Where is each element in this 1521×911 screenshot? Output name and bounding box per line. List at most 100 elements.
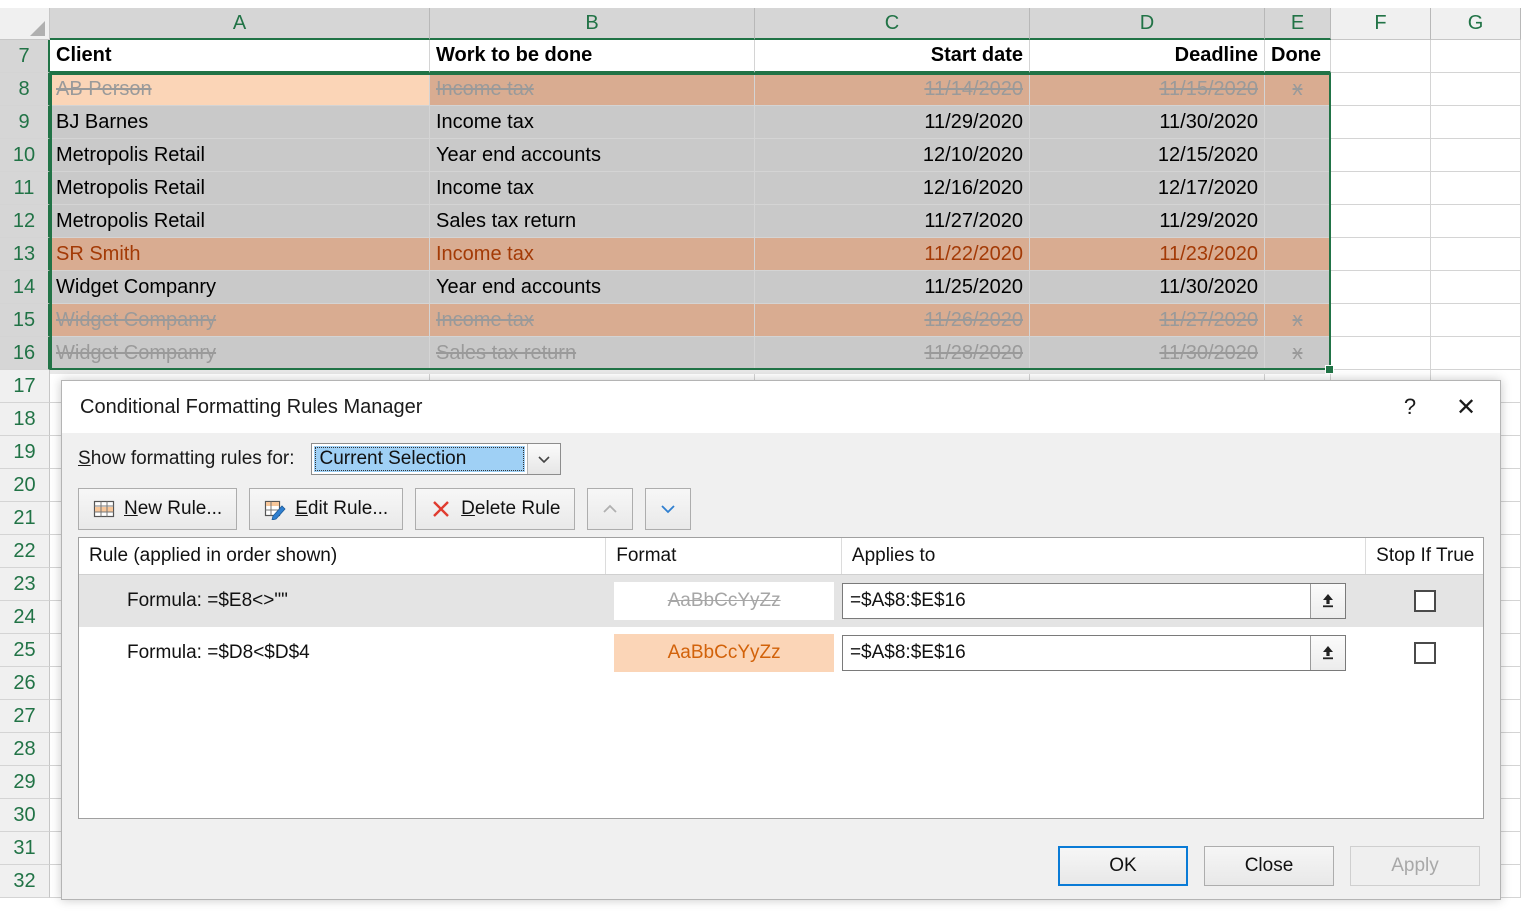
cell-b12[interactable]: Sales tax return: [430, 205, 755, 238]
row-header-26[interactable]: 26: [0, 667, 50, 700]
rule-row[interactable]: Formula: =$E8<>"" AaBbCcYyZz: [79, 575, 1483, 627]
cell-e8[interactable]: x: [1265, 73, 1331, 106]
cell-d11[interactable]: 12/17/2020: [1030, 172, 1265, 205]
row-header-16[interactable]: 16: [0, 337, 50, 370]
column-header-g[interactable]: G: [1431, 8, 1521, 40]
cell-f15[interactable]: [1331, 304, 1431, 337]
move-up-button[interactable]: [587, 488, 634, 530]
cell-f10[interactable]: [1331, 139, 1431, 172]
row-header-23[interactable]: 23: [0, 568, 50, 601]
cell-g16[interactable]: [1431, 337, 1521, 370]
row-header-18[interactable]: 18: [0, 403, 50, 436]
cell-d8[interactable]: 11/15/2020: [1030, 73, 1265, 106]
cell-d12[interactable]: 11/29/2020: [1030, 205, 1265, 238]
cell-d10[interactable]: 12/15/2020: [1030, 139, 1265, 172]
new-rule-button[interactable]: New Rule...: [78, 488, 238, 530]
cell-b9[interactable]: Income tax: [430, 106, 755, 139]
row-header-25[interactable]: 25: [0, 634, 50, 667]
row-header-7[interactable]: 7: [0, 40, 50, 73]
cell-c11[interactable]: 12/16/2020: [755, 172, 1030, 205]
column-header-a[interactable]: A: [50, 8, 430, 40]
row-header-17[interactable]: 17: [0, 370, 50, 403]
cell-b13[interactable]: Income tax: [430, 238, 755, 271]
cell-f7[interactable]: [1331, 40, 1431, 73]
cell-g14[interactable]: [1431, 271, 1521, 304]
range-picker-button-1[interactable]: [1309, 584, 1345, 618]
row-header-21[interactable]: 21: [0, 502, 50, 535]
applies-to-field-2[interactable]: [841, 635, 1346, 671]
cell-e14[interactable]: [1265, 271, 1331, 304]
row-header-30[interactable]: 30: [0, 799, 50, 832]
cell-c8[interactable]: 11/14/2020: [755, 73, 1030, 106]
row-header-10[interactable]: 10: [0, 139, 50, 172]
rule-format-cell-2[interactable]: AaBbCcYyZz: [606, 627, 842, 679]
cell-c15[interactable]: 11/26/2020: [755, 304, 1030, 337]
row-header-13[interactable]: 13: [0, 238, 50, 271]
selection-fill-handle[interactable]: [1325, 365, 1334, 374]
cell-g13[interactable]: [1431, 238, 1521, 271]
cell-a16[interactable]: Widget Companry: [50, 337, 430, 370]
row-header-8[interactable]: 8: [0, 73, 50, 106]
cell-d13[interactable]: 11/23/2020: [1030, 238, 1265, 271]
cell-a11[interactable]: Metropolis Retail: [50, 172, 430, 205]
cell-a12[interactable]: Metropolis Retail: [50, 205, 430, 238]
cell-e10[interactable]: [1265, 139, 1331, 172]
row-header-32[interactable]: 32: [0, 865, 50, 898]
cell-c12[interactable]: 11/27/2020: [755, 205, 1030, 238]
select-all-corner[interactable]: [0, 8, 50, 40]
close-button[interactable]: Close: [1204, 846, 1334, 886]
cell-b15[interactable]: Income tax: [430, 304, 755, 337]
cell-d9[interactable]: 11/30/2020: [1030, 106, 1265, 139]
row-header-28[interactable]: 28: [0, 733, 50, 766]
cell-d14[interactable]: 11/30/2020: [1030, 271, 1265, 304]
cell-c16[interactable]: 11/28/2020: [755, 337, 1030, 370]
column-header-e[interactable]: E: [1265, 8, 1331, 40]
applies-to-input-1[interactable]: [842, 584, 1310, 618]
cell-f12[interactable]: [1331, 205, 1431, 238]
cell-b7[interactable]: Work to be done: [430, 40, 755, 73]
row-header-11[interactable]: 11: [0, 172, 50, 205]
cell-e9[interactable]: [1265, 106, 1331, 139]
cell-g10[interactable]: [1431, 139, 1521, 172]
row-header-29[interactable]: 29: [0, 766, 50, 799]
cell-a7[interactable]: Client: [50, 40, 430, 73]
cell-e13[interactable]: [1265, 238, 1331, 271]
edit-rule-button[interactable]: Edit Rule...: [249, 488, 404, 530]
cell-b14[interactable]: Year end accounts: [430, 271, 755, 304]
show-rules-for-combobox[interactable]: Current Selection: [310, 443, 561, 475]
cell-a13[interactable]: SR Smith: [50, 238, 430, 271]
cell-g7[interactable]: [1431, 40, 1521, 73]
row-header-20[interactable]: 20: [0, 469, 50, 502]
cell-g9[interactable]: [1431, 106, 1521, 139]
row-header-12[interactable]: 12: [0, 205, 50, 238]
ok-button[interactable]: OK: [1058, 846, 1188, 886]
rule-format-cell-1[interactable]: AaBbCcYyZz: [606, 575, 842, 627]
column-header-b[interactable]: B: [430, 8, 755, 40]
cell-c9[interactable]: 11/29/2020: [755, 106, 1030, 139]
cell-a9[interactable]: BJ Barnes: [50, 106, 430, 139]
cell-a10[interactable]: Metropolis Retail: [50, 139, 430, 172]
cell-f11[interactable]: [1331, 172, 1431, 205]
column-header-d[interactable]: D: [1030, 8, 1265, 40]
cell-e12[interactable]: [1265, 205, 1331, 238]
cell-b8[interactable]: Income tax: [430, 73, 755, 106]
close-icon[interactable]: ✕: [1438, 385, 1494, 429]
apply-button[interactable]: Apply: [1350, 846, 1480, 886]
row-header-27[interactable]: 27: [0, 700, 50, 733]
show-rules-for-value[interactable]: Current Selection: [313, 446, 525, 472]
cell-g11[interactable]: [1431, 172, 1521, 205]
grid-horizontal-scrollbar[interactable]: [50, 368, 1330, 374]
cell-c14[interactable]: 11/25/2020: [755, 271, 1030, 304]
chevron-down-icon[interactable]: [526, 444, 560, 474]
cell-f14[interactable]: [1331, 271, 1431, 304]
column-header-f[interactable]: F: [1331, 8, 1431, 40]
range-picker-button-2[interactable]: [1309, 636, 1345, 670]
row-header-31[interactable]: 31: [0, 832, 50, 865]
cell-g12[interactable]: [1431, 205, 1521, 238]
cell-d7[interactable]: Deadline: [1030, 40, 1265, 73]
stop-if-true-checkbox-2[interactable]: [1413, 642, 1436, 664]
cell-d15[interactable]: 11/27/2020: [1030, 304, 1265, 337]
cell-a15[interactable]: Widget Companry: [50, 304, 430, 337]
rule-row[interactable]: Formula: =$D8<$D$4 AaBbCcYyZz: [79, 627, 1483, 679]
cell-e7[interactable]: Done: [1265, 40, 1331, 73]
